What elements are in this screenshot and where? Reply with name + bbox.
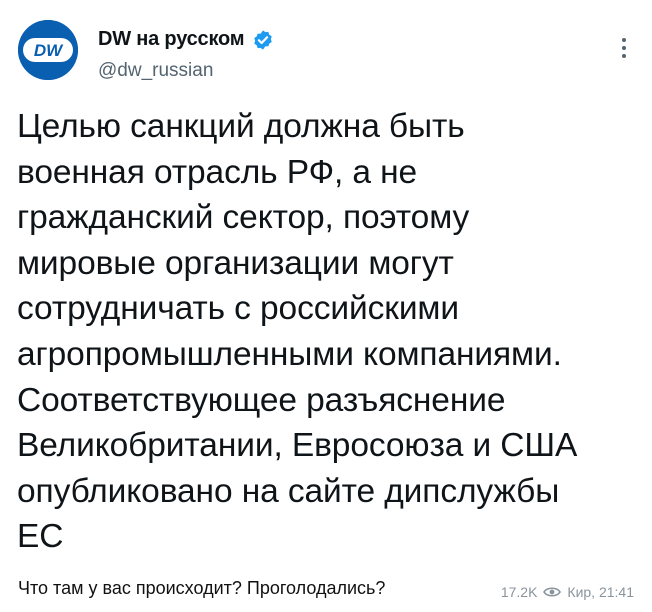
display-name[interactable]: DW на русском	[98, 28, 245, 51]
more-options-icon[interactable]	[614, 34, 634, 62]
verified-badge-icon	[254, 29, 273, 50]
tweet-text: Целью санкций должна быть военная отрасл…	[17, 108, 578, 556]
telegram-post: DW DW на русском @dw_russian Целью санкц…	[0, 0, 652, 612]
view-count: 17.2K	[500, 584, 538, 600]
dw-logo-icon: DW	[18, 20, 78, 80]
author-line: DW на русском	[98, 28, 274, 51]
author-time: Кир, 21:41	[567, 584, 634, 600]
author-block: DW на русском @dw_russian	[98, 28, 274, 82]
tweet-header: DW DW на русском @dw_russian	[18, 18, 638, 82]
avatar[interactable]: DW	[18, 20, 78, 80]
post-caption: Что там у вас происходит? Проголодались?	[18, 578, 386, 598]
post-footer: Что там у вас происходит? Проголодались?…	[0, 574, 652, 612]
tweet-screenshot: DW DW на русском @dw_russian Целью санкц…	[0, 0, 652, 574]
eye-icon	[543, 587, 562, 597]
svg-text:DW: DW	[34, 41, 64, 60]
handle[interactable]: @dw_russian	[98, 60, 274, 82]
post-meta: 17.2K Кир, 21:41	[501, 584, 634, 600]
